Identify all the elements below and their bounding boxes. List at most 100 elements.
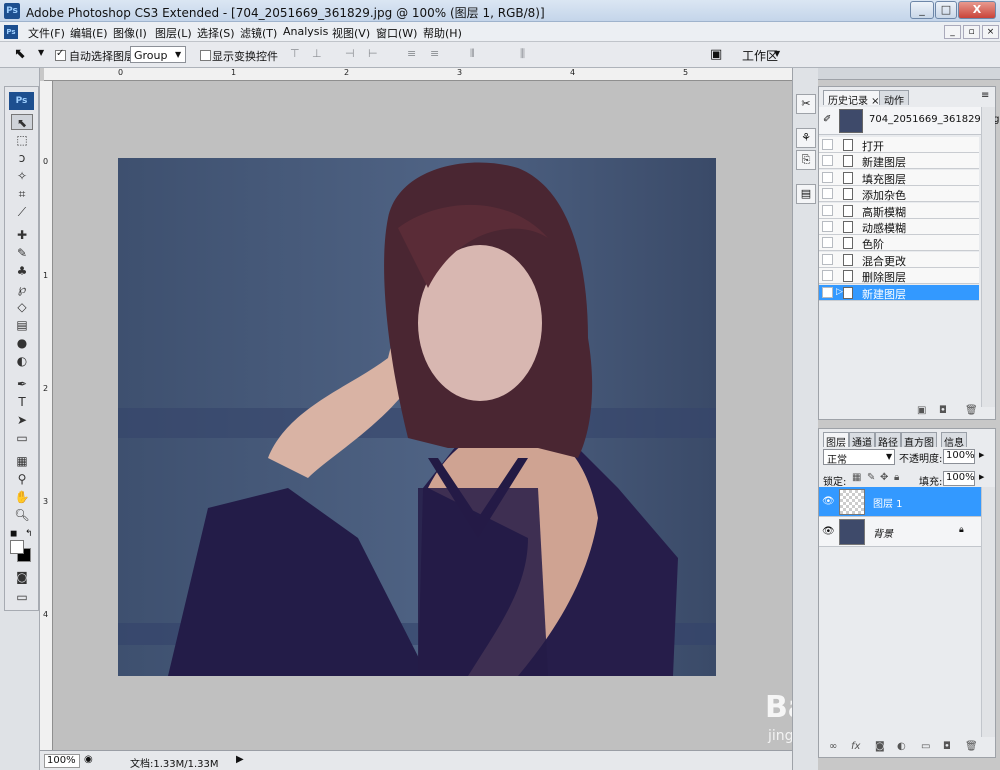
history-state[interactable]: 混合更改 (819, 251, 979, 268)
history-source-checkbox[interactable] (822, 286, 833, 298)
move-tool-preset-icon[interactable]: ⬉ (14, 46, 26, 62)
path-selection-tool-icon[interactable]: ➤ (11, 412, 33, 428)
gradient-tool-icon[interactable]: ▤ (11, 317, 33, 333)
panel-dock-header[interactable] (818, 68, 1000, 80)
move-tool-icon[interactable]: ⬉ (11, 114, 33, 130)
blend-mode-dropdown[interactable]: 正常 ▼ (823, 449, 895, 466)
pen-tool-icon[interactable]: ✒ (11, 376, 33, 392)
history-brush-tool-icon[interactable]: ℘ (11, 281, 33, 297)
auto-select-type-dropdown[interactable]: Group ▼ (130, 46, 186, 63)
workspace-button[interactable]: 工作区 (742, 47, 778, 64)
history-state[interactable]: 新建图层 (819, 153, 979, 170)
align-top-icon[interactable]: ⊤ (290, 47, 300, 60)
workspace-chevron-icon[interactable]: ▼ (774, 49, 780, 58)
show-transform-checkbox[interactable] (200, 50, 211, 61)
tab-info[interactable]: 信息 (941, 432, 967, 449)
history-source-checkbox[interactable] (822, 204, 833, 216)
preset-dropdown-arrow-icon[interactable]: ▼ (38, 48, 44, 57)
history-source-checkbox[interactable] (822, 155, 833, 167)
layers-scrollbar[interactable] (981, 487, 995, 737)
clone-source-panel-icon[interactable]: ⎘ (796, 150, 816, 170)
history-state[interactable]: 填充图层 (819, 169, 979, 186)
quick-mask-icon[interactable]: ◙ (11, 569, 33, 585)
menu-image[interactable]: 图像(I) (113, 25, 147, 41)
fill-arrow-icon[interactable]: ▶ (979, 473, 984, 481)
history-state[interactable]: 打开 (819, 137, 979, 153)
adjustment-layer-icon[interactable]: ◐ (897, 741, 906, 752)
swap-colors-icon[interactable]: ↰ (25, 529, 33, 539)
brush-tool-icon[interactable]: ✎ (11, 245, 33, 261)
document-icon[interactable]: Ps (4, 25, 18, 39)
zoom-level-field[interactable]: 100% (44, 754, 80, 768)
menu-edit[interactable]: 编辑(E) (70, 25, 108, 41)
link-layers-icon[interactable]: ∞ (829, 741, 837, 752)
history-source-checkbox[interactable] (822, 221, 833, 232)
hand-tool-icon[interactable]: ✋ (11, 489, 33, 505)
eraser-tool-icon[interactable]: ◇ (11, 299, 33, 315)
layer-row-layer1[interactable]: 👁︎ 图层 1 (819, 487, 981, 517)
dodge-tool-icon[interactable]: ◐ (11, 353, 33, 369)
slice-tool-icon[interactable]: ⟋ (11, 204, 33, 220)
lock-transparency-icon[interactable]: ▦ (852, 472, 861, 483)
default-colors-icon[interactable]: ◼ (10, 529, 17, 539)
distribute-center-icon[interactable]: ≡ (430, 47, 439, 60)
layer-name[interactable]: 背景 (873, 525, 893, 540)
layer-style-icon[interactable]: fx (851, 741, 860, 752)
menu-analysis[interactable]: Analysis (283, 25, 328, 38)
status-arrow-icon[interactable]: ▶ (236, 754, 244, 765)
history-state[interactable]: 添加杂色 (819, 186, 979, 203)
tools-panel-icon[interactable]: ✂ (796, 94, 816, 114)
history-snapshot[interactable]: ✐ 704_2051669_361829.jpg (819, 107, 999, 135)
align-hcenter-icon[interactable]: ⊢ (368, 47, 378, 60)
menu-file[interactable]: 文件(F) (28, 25, 65, 41)
align-left-icon[interactable]: ⊣ (345, 47, 355, 60)
visibility-eye-icon[interactable]: 👁︎ (822, 496, 835, 507)
new-layer-icon[interactable]: ◘ (943, 741, 951, 752)
screen-mode-icon[interactable]: ▭ (11, 589, 33, 605)
notes-tool-icon[interactable]: ▦ (11, 453, 33, 469)
history-source-checkbox[interactable] (822, 188, 833, 200)
history-source-checkbox[interactable] (822, 139, 833, 150)
history-state[interactable]: 删除图层 (819, 268, 979, 285)
tab-actions[interactable]: 动作 (879, 90, 909, 107)
eyedropper-tool-icon[interactable]: ⚲ (11, 471, 33, 487)
zoom-tool-icon[interactable]: 🔍︎ (11, 507, 33, 523)
notes-panel-icon[interactable]: ▤ (796, 184, 816, 204)
shape-tool-icon[interactable]: ▭ (11, 430, 33, 446)
lock-pixels-icon[interactable]: ✎ (867, 472, 875, 483)
brushes-panel-icon[interactable]: ⚘ (796, 128, 816, 148)
delete-layer-icon[interactable]: 🗑︎ (965, 741, 978, 752)
tab-paths[interactable]: 路径 (875, 432, 901, 449)
clone-stamp-tool-icon[interactable]: ♣ (11, 263, 33, 279)
tab-channels[interactable]: 通道 (849, 432, 875, 449)
history-state[interactable]: 色阶 (819, 235, 979, 252)
history-state[interactable]: 新建图层 ▷ (819, 284, 979, 301)
tab-layers[interactable]: 图层 (823, 432, 849, 449)
visibility-eye-icon[interactable]: 👁︎ (822, 526, 835, 537)
menu-window[interactable]: 窗口(W) (376, 25, 417, 41)
opacity-arrow-icon[interactable]: ▶ (979, 451, 984, 459)
distribute-top-icon[interactable]: ≡ (407, 47, 416, 60)
menu-filter[interactable]: 滤镜(T) (240, 25, 277, 41)
menu-help[interactable]: 帮助(H) (423, 25, 462, 41)
align-vcenter-icon[interactable]: ⊥ (312, 47, 322, 60)
doc-minimize-button[interactable]: _ (944, 25, 961, 39)
lasso-tool-icon[interactable]: ↄ (11, 150, 33, 166)
lock-position-icon[interactable]: ✥ (880, 472, 888, 483)
layer-row-background[interactable]: 👁︎ 背景 🔒︎ (819, 517, 981, 547)
type-tool-icon[interactable]: T (11, 394, 33, 410)
foreground-color-swatch[interactable] (10, 540, 24, 554)
tab-histogram[interactable]: 直方图 (901, 432, 937, 449)
new-group-icon[interactable]: ▭ (921, 741, 930, 752)
blur-tool-icon[interactable]: ● (11, 335, 33, 351)
new-document-from-state-icon[interactable]: ▣ (917, 405, 926, 416)
fill-input[interactable]: 100% (943, 471, 975, 486)
menu-select[interactable]: 选择(S) (197, 25, 235, 41)
doc-close-button[interactable]: × (982, 25, 999, 39)
crop-tool-icon[interactable]: ⌗ (11, 186, 33, 202)
document-canvas-image[interactable] (118, 158, 716, 676)
history-source-checkbox[interactable] (822, 237, 833, 249)
history-source-checkbox[interactable] (822, 253, 833, 265)
layer-mask-icon[interactable]: ◙ (875, 741, 885, 752)
maximize-button[interactable]: □ (935, 1, 957, 19)
